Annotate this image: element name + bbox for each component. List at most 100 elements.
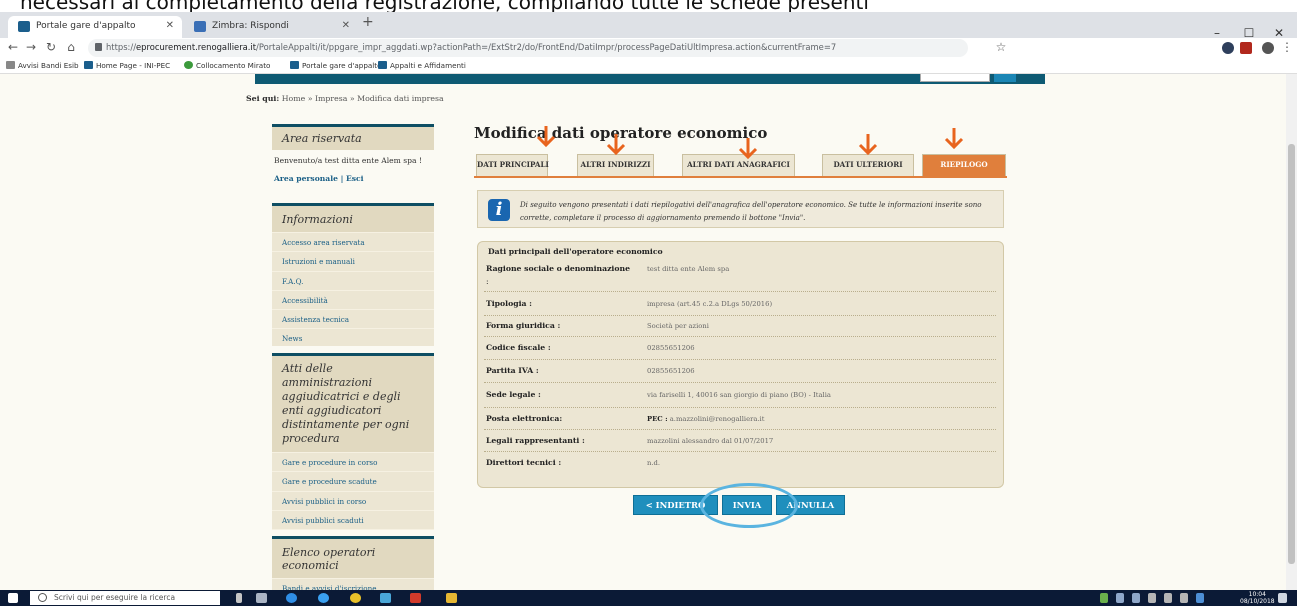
notifications-icon[interactable] xyxy=(1278,593,1287,603)
bookmark-portale[interactable]: Portale gare d'appalto xyxy=(290,61,382,70)
annotation-arrow-icon xyxy=(606,134,626,156)
breadcrumb-items[interactable]: Home » Impresa » Modifica dati impresa xyxy=(282,94,444,103)
bookmark-label: Appalti e Affidamenti xyxy=(390,61,466,70)
site-icon xyxy=(290,61,299,69)
row-label: Partita IVA : xyxy=(486,366,539,375)
row-value: 02855651206 xyxy=(647,367,695,375)
pdf-extension-icon[interactable] xyxy=(1240,42,1252,54)
tab-dati-ulteriori[interactable]: DATI ULTERIORI xyxy=(822,154,914,176)
tray-icon[interactable] xyxy=(1180,593,1188,603)
close-tab-icon[interactable]: ✕ xyxy=(342,20,350,31)
taskbar-clock[interactable]: 10:04 08/10/2018 xyxy=(1240,591,1275,605)
windows-start-icon[interactable] xyxy=(8,593,18,603)
sidebar-link-faq[interactable]: F.A.Q. xyxy=(272,270,434,290)
close-tab-icon[interactable]: ✕ xyxy=(166,20,174,31)
row-value: via fariselli 1, 40016 san giorgio di pi… xyxy=(647,391,831,399)
acrobat-icon[interactable] xyxy=(410,593,421,603)
url-host: eprocurement.renogalliera.it xyxy=(136,42,257,52)
scrollbar-thumb[interactable] xyxy=(1288,144,1295,564)
bookmark-inipec[interactable]: Home Page - INI-PEC xyxy=(84,61,170,70)
row-label: Codice fiscale : xyxy=(486,343,551,352)
row-posta-elettronica: Posta elettronica: PEC : a.mazzolini@ren… xyxy=(484,408,996,430)
site-search-button[interactable] xyxy=(994,74,1016,82)
info-message: i Di seguito vengono presentati i dati r… xyxy=(477,190,1004,228)
browser-tab-portale[interactable]: Portale gare d'appalto ✕ xyxy=(8,16,182,38)
volume-icon[interactable] xyxy=(1164,593,1172,603)
internet-explorer-icon[interactable] xyxy=(318,593,329,603)
bookmark-label: Collocamento Mirato xyxy=(196,61,271,70)
tray-icon[interactable] xyxy=(1116,593,1124,603)
row-label: Tipologia : xyxy=(486,299,532,308)
sidebar-link-istruzioni[interactable]: Istruzioni e manuali xyxy=(272,251,434,270)
row-legali-rappresentanti: Legali rappresentanti : mazzolini alessa… xyxy=(484,430,996,452)
row-codice-fiscale: Codice fiscale : 02855651206 xyxy=(484,337,996,360)
row-value: impresa (art.45 c.2.a DLgs 50/2016) xyxy=(647,300,773,308)
tab-altri-indirizzi[interactable]: ALTRI INDIRIZZI xyxy=(577,154,654,176)
area-riservata-title: Area riservata xyxy=(272,127,434,150)
url-input[interactable]: https://eprocurement.renogalliera.it/Por… xyxy=(88,39,968,57)
sidebar-link-accesso[interactable]: Accesso area riservata xyxy=(272,232,434,251)
sidebar-link-accessibilita[interactable]: Accessibilità xyxy=(272,289,434,309)
tray-icon[interactable] xyxy=(1100,593,1108,603)
breadcrumb-prefix: Sei qui: xyxy=(246,94,280,103)
sidebar-link-avvisi-in-corso[interactable]: Avvisi pubblici in corso xyxy=(272,490,434,510)
taskbar-search-input[interactable]: Scrivi qui per eseguire la ricerca xyxy=(30,591,220,605)
site-search-input[interactable] xyxy=(920,74,990,82)
row-value: mazzolini alessandro dal 01/07/2017 xyxy=(647,437,774,445)
security-icon[interactable] xyxy=(1196,593,1204,603)
row-value: 02855651206 xyxy=(647,344,695,352)
taskbar-search-placeholder: Scrivi qui per eseguire la ricerca xyxy=(54,593,176,602)
info-text: Di seguito vengono presentati i dati rie… xyxy=(520,200,982,222)
browser-tab-strip: Portale gare d'appalto ✕ Zimbra: Rispond… xyxy=(0,12,1297,40)
forward-arrow-icon[interactable]: → xyxy=(24,40,38,54)
page-viewport: Sei qui: Home » Impresa » Modifica dati … xyxy=(0,74,1286,590)
browser-tab-zimbra[interactable]: Zimbra: Rispondi ✕ xyxy=(184,16,358,38)
bookmark-avvisi[interactable]: Avvisi Bandi Esib xyxy=(6,61,79,70)
chrome-icon[interactable] xyxy=(350,593,361,603)
profile-icon[interactable] xyxy=(1262,42,1274,54)
sidebar-link-avvisi-scaduti[interactable]: Avvisi pubblici scaduti xyxy=(272,509,434,529)
info-icon: i xyxy=(488,199,510,221)
row-ragione-sociale: Ragione sociale o denominazione : test d… xyxy=(484,258,996,292)
annotation-circle xyxy=(700,483,798,528)
bookmark-collocamento[interactable]: Collocamento Mirato xyxy=(184,61,270,70)
sidebar-link-gare-in-corso[interactable]: Gare e procedure in corso xyxy=(272,452,434,471)
sidebar-link-bandi-iscrizione[interactable]: Bandi e avvisi d'iscrizione xyxy=(272,578,434,590)
pec-address: a.mazzolini@renogalliera.it xyxy=(669,415,765,423)
app-icon[interactable] xyxy=(380,593,391,603)
personal-area-links[interactable]: Area personale | Esci xyxy=(274,174,432,183)
breadcrumb: Sei qui: Home » Impresa » Modifica dati … xyxy=(246,94,444,103)
sidebar-link-assistenza[interactable]: Assistenza tecnica xyxy=(272,309,434,328)
network-icon[interactable] xyxy=(1148,593,1156,603)
sidebar-link-gare-scadute[interactable]: Gare e procedure scadute xyxy=(272,471,434,490)
page-icon xyxy=(6,61,15,69)
summary-section-title: Dati principali dell'operatore economico xyxy=(488,247,663,256)
site-icon xyxy=(84,61,93,69)
atti-box: Atti delle amministrazioni aggiudicatric… xyxy=(272,353,434,557)
welcome-block: Benvenuto/a test ditta ente Alem spa ! A… xyxy=(272,156,434,183)
page-scrollbar[interactable] xyxy=(1286,74,1297,590)
row-label: Posta elettronica: xyxy=(486,414,563,423)
row-label: Forma giuridica : xyxy=(486,321,561,330)
microphone-icon[interactable] xyxy=(236,593,242,603)
menu-dots-icon[interactable]: ⋮ xyxy=(1280,40,1294,54)
tab-riepilogo[interactable]: RIEPILOGO xyxy=(922,154,1006,176)
bookmark-star-icon[interactable]: ☆ xyxy=(994,40,1008,54)
reload-icon[interactable]: ↻ xyxy=(44,40,58,54)
task-view-icon[interactable] xyxy=(256,593,267,603)
edge-icon[interactable] xyxy=(286,593,297,603)
welcome-text: Benvenuto/a test ditta ente Alem spa ! xyxy=(274,156,423,165)
tab-dati-principali[interactable]: DATI PRINCIPALI xyxy=(476,154,549,176)
home-icon[interactable]: ⌂ xyxy=(64,40,78,54)
windows-taskbar: Scrivi qui per eseguire la ricerca 10:04… xyxy=(0,590,1297,606)
clock-date: 08/10/2018 xyxy=(1240,598,1275,605)
bookmark-label: Home Page - INI-PEC xyxy=(96,61,171,70)
extension-icon[interactable] xyxy=(1222,42,1234,54)
tray-icon[interactable] xyxy=(1132,593,1140,603)
file-explorer-icon[interactable] xyxy=(446,593,457,603)
new-tab-plus-icon[interactable]: + xyxy=(362,14,374,30)
back-arrow-icon[interactable]: ← xyxy=(6,40,20,54)
bookmark-appalti[interactable]: Appalti e Affidamenti xyxy=(378,61,466,70)
sidebar-link-news[interactable]: News xyxy=(272,328,434,347)
informazioni-box: Informazioni Accesso area riservata Istr… xyxy=(272,203,434,346)
